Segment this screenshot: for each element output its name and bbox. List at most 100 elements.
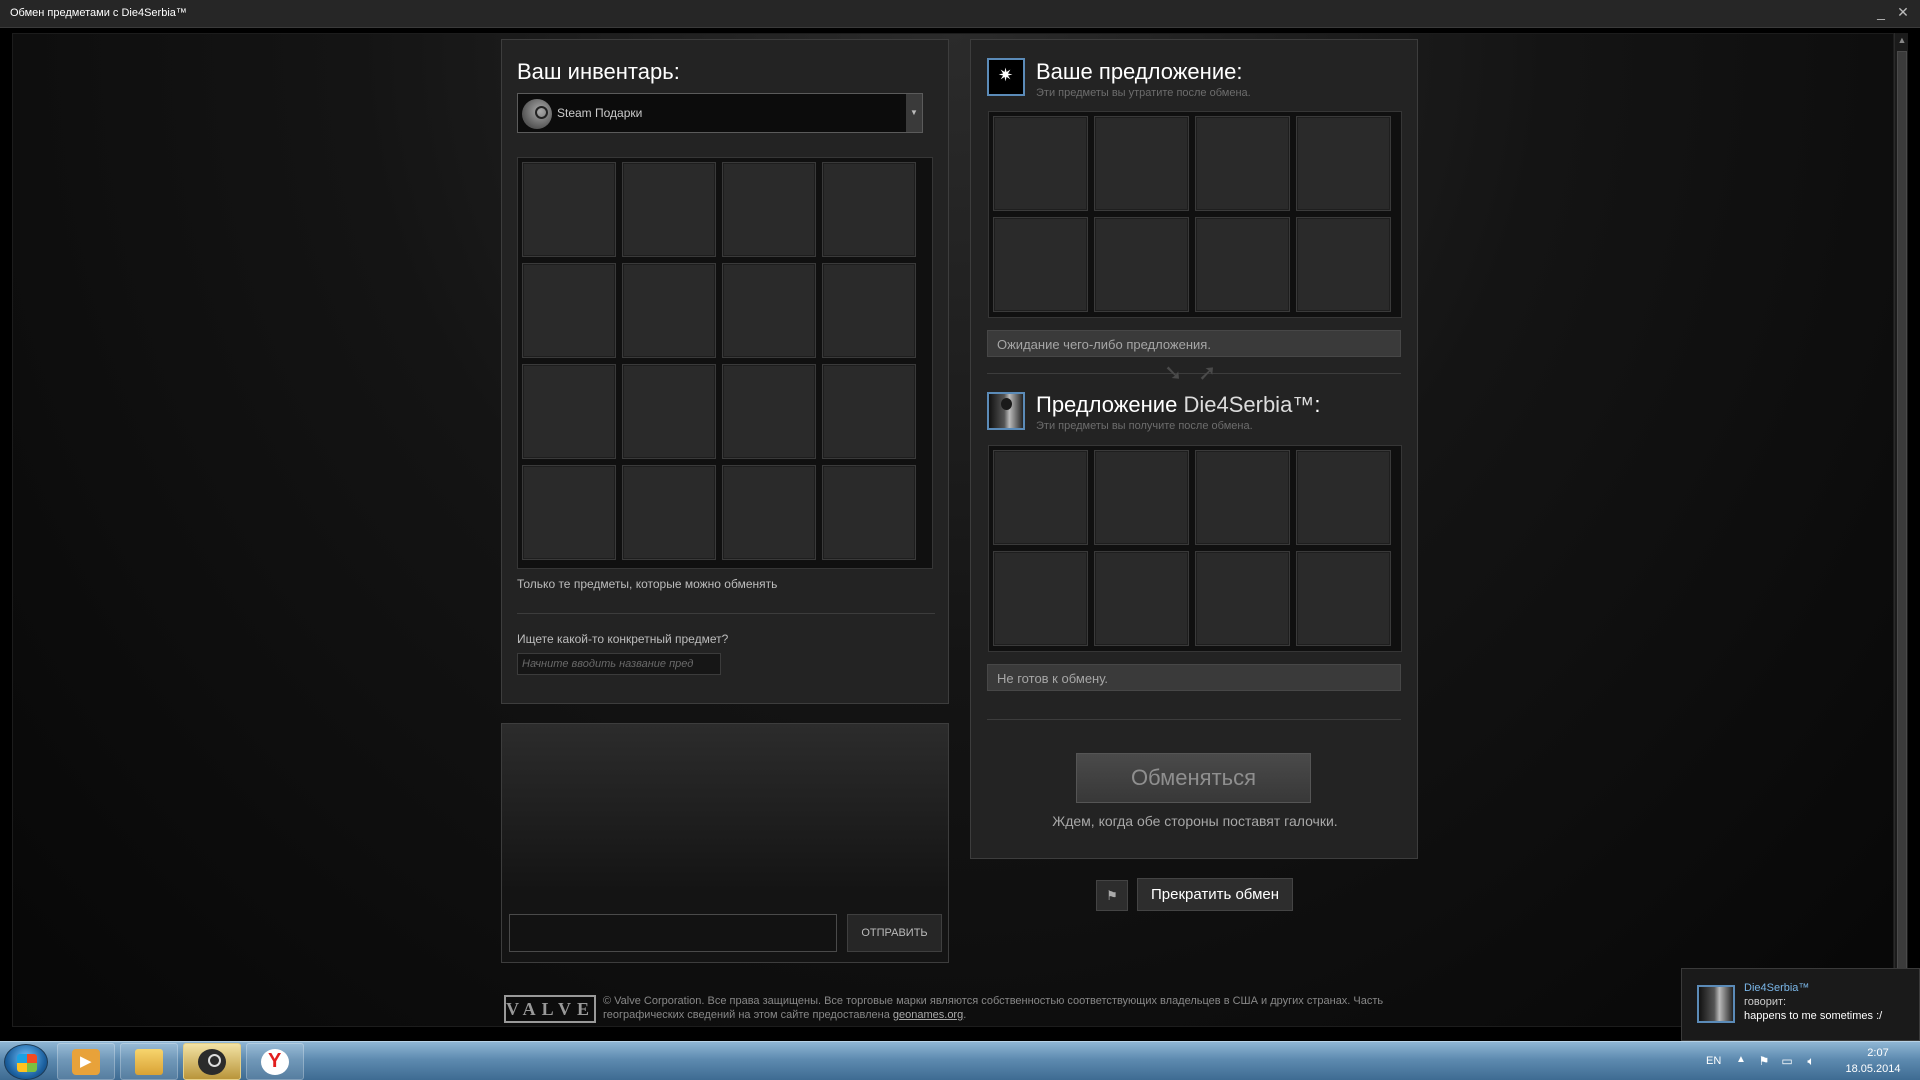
media-player-icon (72, 1049, 100, 1075)
inventory-panel: Ваш инвентарь: Steam Подарки ▼ Только те… (501, 39, 949, 704)
offer-slot[interactable] (1094, 551, 1189, 646)
footer-text-end: . (963, 1009, 967, 1021)
scroll-thumb[interactable] (1897, 51, 1907, 1009)
inventory-slot[interactable] (622, 263, 716, 358)
inventory-slot[interactable] (722, 263, 816, 358)
partner-offer-grid (988, 445, 1402, 652)
yandex-icon (261, 1049, 289, 1075)
offer-slot[interactable] (993, 551, 1088, 646)
chevron-down-icon[interactable]: ▼ (906, 94, 922, 132)
offer-slot[interactable] (1296, 217, 1391, 312)
chat-input[interactable] (509, 914, 837, 952)
taskbar-explorer[interactable] (120, 1043, 178, 1080)
tradable-only-note: Только те предметы, которые можно обменя… (517, 577, 778, 591)
clock-time[interactable]: 2:07 (1848, 1047, 1908, 1059)
inventory-slot[interactable] (822, 263, 916, 358)
partner-offer-title: Предложение Die4Serbia™: (1036, 392, 1320, 418)
window-titlebar: Обмен предметами с Die4Serbia™ _ ✕ (0, 0, 1920, 28)
inventory-slot[interactable] (722, 162, 816, 257)
windows-logo-icon (17, 1054, 37, 1072)
make-trade-button[interactable]: Обменяться (1076, 753, 1311, 803)
offer-slot[interactable] (1094, 217, 1189, 312)
offer-slot[interactable] (993, 450, 1088, 545)
notification-sender: Die4Serbia™ (1744, 982, 1810, 994)
offer-slot[interactable] (1195, 551, 1290, 646)
divider (517, 613, 935, 614)
inventory-slot[interactable] (622, 364, 716, 459)
offer-slot[interactable] (1296, 116, 1391, 211)
inventory-slot[interactable] (522, 465, 616, 560)
offer-slot[interactable] (1296, 551, 1391, 646)
inventory-title: Ваш инвентарь: (517, 59, 680, 84)
offer-slot[interactable] (1195, 217, 1290, 312)
item-search-input[interactable] (517, 653, 721, 675)
offer-slot[interactable] (993, 116, 1088, 211)
geonames-link[interactable]: geonames.org (893, 1009, 963, 1021)
inventory-slot[interactable] (822, 364, 916, 459)
search-label: Ищете какой-то конкретный предмет? (517, 632, 729, 646)
minimize-button[interactable]: _ (1872, 3, 1890, 21)
clock-date[interactable]: 18.05.2014 (1838, 1063, 1908, 1075)
partner-offer-title-prefix: Предложение (1036, 392, 1178, 417)
partner-offer-subtitle: Эти предметы вы получите после обмена. (1036, 420, 1253, 432)
offer-slot[interactable] (993, 217, 1088, 312)
offer-slot[interactable] (1296, 450, 1391, 545)
steam-icon (522, 99, 552, 129)
arrow-down-icon: ➘ (1164, 360, 1183, 385)
inventory-select-value: Steam Подарки (557, 106, 643, 120)
volume-icon[interactable]: 🔈︎ (1803, 1054, 1819, 1068)
offer-slot[interactable] (1094, 450, 1189, 545)
vertical-scrollbar[interactable]: ▲ ▼ (1894, 33, 1908, 1027)
taskbar-steam[interactable] (183, 1043, 241, 1080)
close-button[interactable]: ✕ (1894, 3, 1912, 21)
network-icon[interactable]: ▭ (1779, 1054, 1795, 1068)
offer-panel: ✷ Ваше предложение: Эти предметы вы утра… (970, 39, 1418, 859)
footer-legal: © Valve Corporation. Все права защищены.… (603, 994, 1413, 1022)
taskbar-yandex-browser[interactable] (246, 1043, 304, 1080)
divider (987, 719, 1401, 720)
partner-status: Не готов к обмену. (987, 664, 1401, 691)
partner-name: Die4Serbia™ (1183, 392, 1315, 417)
offer-slot[interactable] (1195, 116, 1290, 211)
inventory-select[interactable]: Steam Подарки ▼ (517, 93, 923, 133)
inventory-slot[interactable] (722, 465, 816, 560)
notification-message: happens to me sometimes :/ (1744, 1010, 1883, 1022)
partner-offer-title-suffix: : (1314, 392, 1321, 417)
steam-icon (198, 1049, 226, 1075)
scroll-up-icon[interactable]: ▲ (1897, 35, 1907, 47)
inventory-slot[interactable] (722, 364, 816, 459)
your-status: Ожидание чего-либо предложения. (987, 330, 1401, 357)
start-button[interactable] (4, 1044, 48, 1080)
footer-text: © Valve Corporation. Все права защищены.… (603, 995, 1384, 1021)
inventory-slot[interactable] (622, 465, 716, 560)
report-flag-button[interactable]: ⚑ (1096, 880, 1128, 911)
inventory-slot[interactable] (522, 162, 616, 257)
offer-slot[interactable] (1195, 450, 1290, 545)
flag-icon: ⚑ (1106, 888, 1118, 903)
window-title: Обмен предметами с Die4Serbia™ (10, 7, 187, 19)
offer-slot[interactable] (1094, 116, 1189, 211)
inventory-slot[interactable] (822, 162, 916, 257)
your-offer-title: Ваше предложение: (1036, 59, 1243, 84)
valve-logo: VALVE (504, 995, 596, 1023)
folder-icon (135, 1049, 163, 1075)
tray-expand-icon[interactable]: ▲ (1736, 1054, 1746, 1065)
your-offer-grid (988, 111, 1402, 318)
chat-panel: ОТПРАВИТЬ (501, 723, 949, 963)
taskbar-media-player[interactable] (57, 1043, 115, 1080)
partner-avatar[interactable] (987, 392, 1025, 430)
chat-notification[interactable]: Die4Serbia™ говорит: happens to me somet… (1681, 968, 1920, 1041)
trade-hint: Ждем, когда обе стороны поставят галочки… (1052, 813, 1338, 829)
notification-avatar (1697, 985, 1735, 1023)
notification-says: говорит: (1744, 996, 1787, 1008)
inventory-slot[interactable] (522, 263, 616, 358)
your-offer-subtitle: Эти предметы вы утратите после обмена. (1036, 87, 1251, 99)
send-button[interactable]: ОТПРАВИТЬ (847, 914, 942, 952)
inventory-slot[interactable] (522, 364, 616, 459)
inventory-slot[interactable] (622, 162, 716, 257)
partner-avatar-image (989, 394, 1023, 428)
inventory-slot[interactable] (822, 465, 916, 560)
cancel-trade-button[interactable]: Прекратить обмен (1137, 878, 1293, 911)
action-center-icon[interactable]: ⚑ (1756, 1054, 1772, 1068)
language-indicator[interactable]: EN (1706, 1055, 1721, 1067)
